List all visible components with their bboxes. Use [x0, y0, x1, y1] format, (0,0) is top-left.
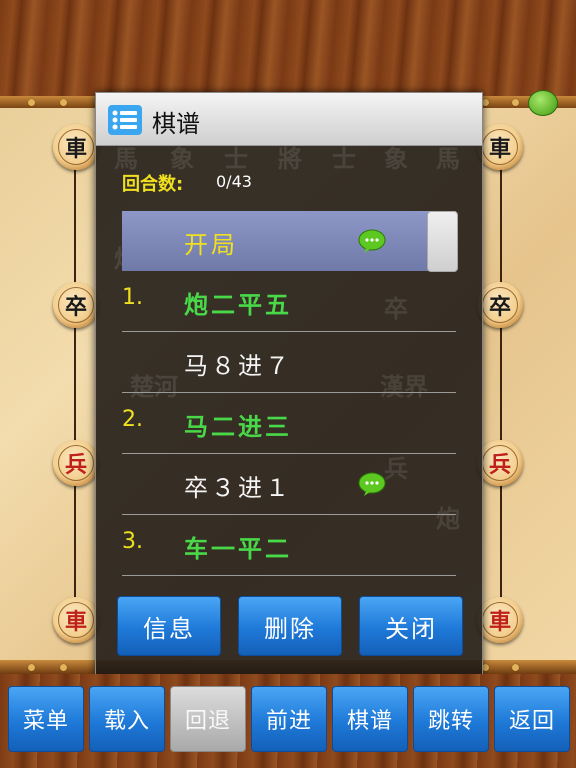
move-text: 车一平二 — [184, 535, 292, 563]
board-line-right — [500, 148, 502, 618]
move-row[interactable]: 1. 炮二平五 — [122, 271, 456, 332]
jump-button[interactable]: 跳转 — [413, 686, 489, 752]
forward-button[interactable]: 前进 — [251, 686, 327, 752]
rounds-label: 回合数: — [122, 174, 184, 195]
delete-button[interactable]: 删除 — [238, 596, 342, 656]
list-menu-icon — [108, 105, 142, 135]
rounds-value: 0/43 — [216, 172, 252, 191]
comment-bubble-icon[interactable] — [528, 90, 558, 116]
piece-right-pawn[interactable]: 卒 — [477, 282, 523, 328]
move-text: 马８进７ — [184, 352, 292, 380]
comment-icon[interactable] — [358, 229, 386, 253]
load-button[interactable]: 载入 — [89, 686, 165, 752]
piece-left-chariot-bottom[interactable]: 車 — [53, 597, 99, 643]
back-button[interactable]: 返回 — [494, 686, 570, 752]
piece-left-pawn[interactable]: 卒 — [53, 282, 99, 328]
close-button[interactable]: 关闭 — [359, 596, 463, 656]
piece-right-soldier[interactable]: 兵 — [477, 440, 523, 486]
game-record-dialog: 馬 象 士 將 士 象 馬 炮 卒 楚河 漢界 兵 炮 棋谱 回合数: 0/43… — [95, 92, 483, 676]
move-list[interactable]: 开局 1. 炮二平五 马８进７ 2. 马二进三 卒３进１ 3. 车一平二 — [122, 211, 456, 576]
move-number: 2. — [122, 407, 143, 432]
move-row-start[interactable]: 开局 — [122, 211, 456, 271]
move-row[interactable]: 3. 车一平二 — [122, 515, 456, 576]
record-button[interactable]: 棋谱 — [332, 686, 408, 752]
move-row[interactable]: 卒３进１ — [122, 454, 456, 515]
piece-right-chariot-top[interactable]: 車 — [477, 124, 523, 170]
dialog-title: 棋谱 — [152, 110, 200, 138]
info-button[interactable]: 信息 — [117, 596, 221, 656]
move-number: 3. — [122, 529, 143, 554]
move-text: 卒３进１ — [184, 474, 292, 502]
piece-left-chariot-top[interactable]: 車 — [53, 124, 99, 170]
dialog-title-bar: 棋谱 — [96, 93, 482, 146]
menu-button[interactable]: 菜单 — [8, 686, 84, 752]
move-list-scrollbar[interactable] — [427, 211, 458, 272]
wood-top-frame — [0, 0, 576, 98]
piece-right-chariot-bottom[interactable]: 車 — [477, 597, 523, 643]
undo-button[interactable]: 回退 — [170, 686, 246, 752]
move-row[interactable]: 2. 马二进三 — [122, 393, 456, 454]
move-text: 马二进三 — [184, 413, 292, 441]
comment-icon[interactable] — [358, 472, 386, 496]
move-text: 炮二平五 — [184, 291, 292, 319]
move-text: 开局 — [184, 231, 238, 259]
piece-left-soldier[interactable]: 兵 — [53, 440, 99, 486]
move-number: 1. — [122, 285, 143, 310]
move-row[interactable]: 马８进７ — [122, 332, 456, 393]
board-line-left — [74, 148, 76, 618]
